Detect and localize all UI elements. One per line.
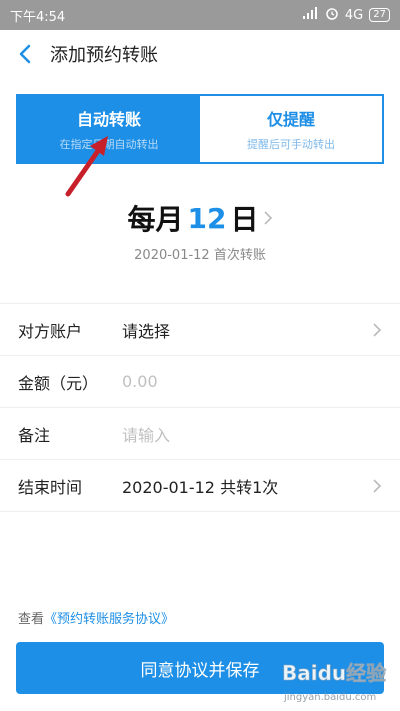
payee-account-value: 请选择	[122, 321, 171, 341]
agreement-prefix: 查看	[18, 612, 45, 627]
schedule-suffix: 日	[230, 203, 259, 236]
battery-level: 27	[373, 9, 386, 20]
schedule-day: 12	[187, 201, 227, 235]
back-button[interactable]	[0, 30, 50, 78]
tab-auto-transfer-label: 自动转账	[76, 110, 141, 129]
page-title: 添加预约转账	[50, 45, 158, 66]
mode-tabs: 自动转账 在指定日期自动转出 仅提醒 提醒后可手动转出	[16, 94, 384, 164]
end-time-value: 2020-01-12 共转1次	[122, 477, 279, 497]
top-bar: 添加预约转账	[0, 30, 400, 78]
back-chevron-icon	[19, 44, 31, 64]
agreement-link[interactable]: 《预约转账服务协议》	[44, 612, 174, 627]
status-bar: 下午4:54 4G 27	[0, 0, 400, 30]
schedule-block: 每月 12 日 2020-01-12 首次转账	[0, 198, 400, 263]
agreement-text: 查看《预约转账服务协议》	[18, 608, 174, 627]
signal-icon	[302, 7, 319, 23]
tab-remind-only[interactable]: 仅提醒 提醒后可手动转出	[200, 96, 382, 162]
first-transfer-date: 2020-01-12 首次转账	[134, 248, 266, 263]
agree-and-save-button[interactable]: 同意协议并保存	[16, 642, 384, 694]
status-icons: 4G 27	[302, 6, 390, 24]
schedule-day-selector[interactable]: 每月 12 日	[0, 198, 400, 238]
payee-account-label: 对方账户	[18, 321, 83, 341]
end-time-label: 结束时间	[18, 477, 83, 497]
amount-input[interactable]: 0.00	[122, 372, 384, 391]
chevron-right-icon	[373, 478, 382, 493]
tab-remind-only-desc: 提醒后可手动转出	[247, 138, 335, 151]
memo-input[interactable]: 请输入	[122, 422, 384, 446]
transfer-form: 对方账户 请选择 金额（元） 0.00 备注 请输入 结束时间 2020-01-…	[0, 303, 400, 512]
amount-label: 金额（元）	[18, 373, 99, 393]
payee-account-row[interactable]: 对方账户 请选择	[0, 304, 400, 356]
schedule-prefix: 每月	[127, 203, 184, 236]
memo-row[interactable]: 备注 请输入	[0, 408, 400, 460]
tab-auto-transfer-desc: 在指定日期自动转出	[59, 138, 159, 151]
status-time: 下午4:54	[10, 9, 66, 25]
battery-icon: 27	[369, 8, 390, 22]
network-type: 4G	[344, 7, 364, 23]
chevron-right-icon	[263, 211, 272, 225]
chevron-right-icon	[373, 322, 382, 337]
amount-row[interactable]: 金额（元） 0.00	[0, 356, 400, 408]
tab-auto-transfer[interactable]: 自动转账 在指定日期自动转出	[18, 96, 200, 162]
main-content: 自动转账 在指定日期自动转出 仅提醒 提醒后可手动转出 每月 12 日 2020-0…	[0, 78, 400, 711]
tab-remind-only-label: 仅提醒	[266, 110, 315, 129]
end-time-row[interactable]: 结束时间 2020-01-12 共转1次	[0, 460, 400, 512]
memo-label: 备注	[18, 425, 51, 445]
alarm-icon	[325, 6, 339, 24]
